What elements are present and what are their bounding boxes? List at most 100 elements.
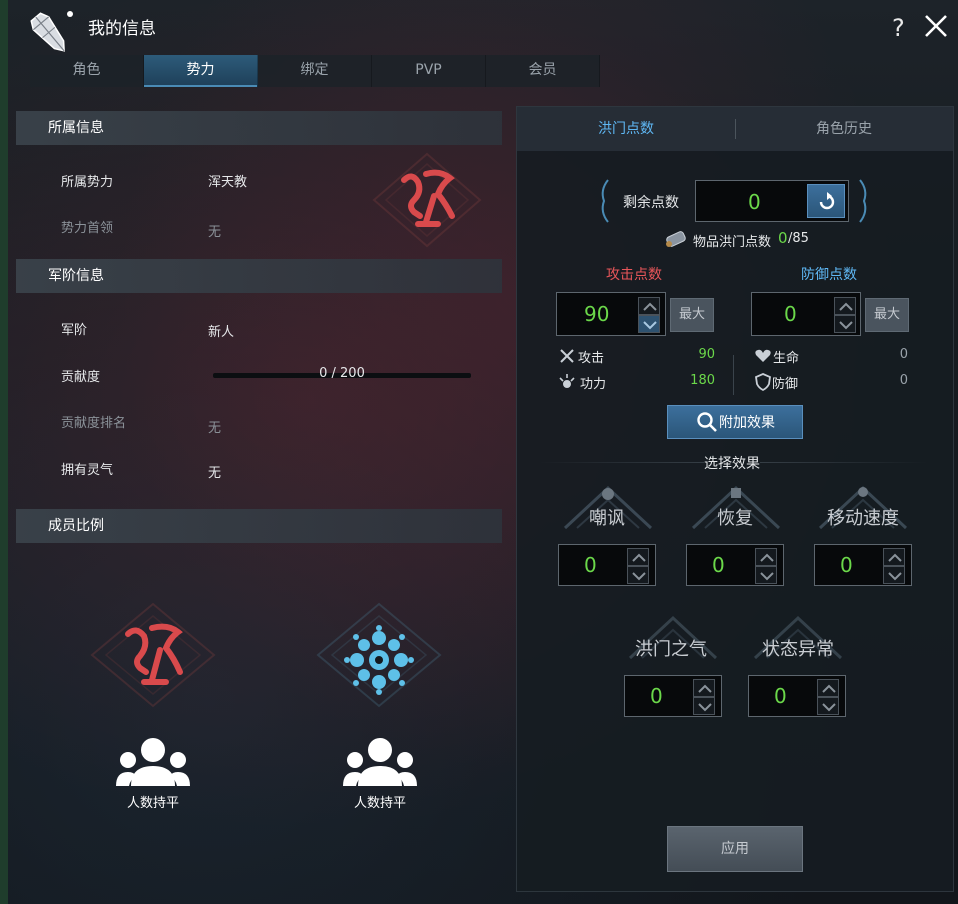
attack-decrease-button[interactable] — [638, 315, 660, 333]
stat-life-value: 0 — [899, 347, 908, 362]
effect-hongmen-qi-decrease[interactable] — [693, 697, 715, 715]
reset-points-button[interactable] — [807, 184, 845, 218]
attack-points-header: 攻击点数 — [606, 267, 662, 283]
rank-value: 新人 — [208, 325, 235, 340]
defense-max-button[interactable]: 最大 — [865, 298, 909, 332]
chevron-up-icon — [822, 684, 836, 693]
faction-emblem-cyan — [316, 602, 442, 708]
chevron-up-icon — [839, 302, 853, 311]
right-member-status: 人数持平 — [353, 796, 406, 811]
title-bar: 我的信息 ? — [8, 0, 958, 52]
effect-status-ailment-increase[interactable] — [817, 679, 839, 697]
stat-power-label: 功力 — [580, 377, 607, 392]
effect-recovery-increase[interactable] — [755, 548, 777, 566]
item-points-total: /85 — [788, 231, 809, 246]
effect-status-ailment-decrease[interactable] — [817, 697, 839, 715]
chevron-down-icon — [698, 703, 712, 712]
members-header: 成员比例 — [16, 509, 502, 543]
stat-attack-value: 90 — [698, 347, 715, 362]
main-tabs: 角色 势力 绑定 PVP 会员 — [30, 55, 600, 87]
select-effects-label: 选择效果 — [704, 453, 760, 473]
attack-max-button[interactable]: 最大 — [670, 298, 714, 332]
chevron-up-icon — [698, 684, 712, 693]
stat-defense-value: 0 — [899, 373, 908, 388]
faction-emblem-red-members — [90, 602, 216, 708]
attack-increase-button[interactable] — [638, 297, 660, 315]
tab-hongmen-points[interactable]: 洪门点数 — [517, 107, 735, 151]
defense-increase-button[interactable] — [834, 297, 856, 315]
remaining-points-value: 0 — [748, 190, 761, 214]
burst-icon — [559, 374, 575, 388]
ranking-label: 贡献度排名 — [61, 416, 127, 431]
chevron-down-icon — [760, 572, 774, 581]
leader-value: 无 — [208, 225, 222, 240]
aura-value: 无 — [208, 466, 222, 481]
chevron-up-icon — [632, 553, 646, 562]
faction-emblem-red — [372, 152, 482, 248]
people-group-icon — [116, 738, 190, 786]
close-icon[interactable] — [922, 12, 950, 40]
effect-taunt-decrease[interactable] — [627, 566, 649, 584]
extra-effects-label: 附加效果 — [719, 415, 775, 431]
left-member-status: 人数持平 — [126, 796, 179, 811]
tab-pvp[interactable]: PVP — [372, 55, 486, 87]
contribution-progress-text: 0 / 200 — [319, 366, 365, 381]
item-points-current: 0 — [778, 229, 788, 247]
effect-hongmen-qi-label: 洪门之气 — [635, 639, 707, 660]
defense-decrease-button[interactable] — [834, 315, 856, 333]
faction-value: 浑天教 — [208, 175, 248, 190]
stat-attack-label: 攻击 — [578, 351, 605, 366]
crossed-swords-icon — [560, 349, 574, 363]
window-title: 我的信息 — [88, 19, 156, 39]
item-points-label: 物品洪门点数 — [693, 235, 772, 250]
info-window: 我的信息 ? 角色 势力 绑定 PVP 会员 所属信息 所属势力 浑天教 势力首… — [0, 0, 958, 904]
tab-character-history[interactable]: 角色历史 — [735, 107, 953, 151]
ranking-value: 无 — [208, 421, 222, 436]
tab-membership[interactable]: 会员 — [486, 55, 600, 87]
chevron-down-icon — [839, 321, 853, 330]
chevron-down-icon — [822, 703, 836, 712]
crystal-shard-icon — [30, 11, 73, 52]
points-panel-tabs: 洪门点数 角色历史 — [517, 107, 953, 151]
contribution-label: 贡献度 — [61, 370, 101, 385]
stat-divider — [733, 355, 734, 395]
tab-faction[interactable]: 势力 — [144, 55, 258, 87]
chevron-down-icon — [888, 572, 902, 581]
heart-icon — [755, 349, 771, 362]
tab-binding[interactable]: 绑定 — [258, 55, 372, 87]
effect-recovery-label: 恢复 — [717, 508, 753, 529]
tab-character[interactable]: 角色 — [30, 55, 144, 87]
chevron-up-icon — [643, 302, 657, 311]
effect-taunt-increase[interactable] — [627, 548, 649, 566]
effect-status-ailment-label: 状态异常 — [762, 639, 834, 660]
rank-header: 军阶信息 — [16, 259, 502, 293]
extra-effects-button[interactable]: 附加效果 — [667, 405, 803, 439]
chevron-down-icon — [632, 572, 646, 581]
apply-button[interactable]: 应用 — [667, 826, 803, 872]
question-mark-icon[interactable]: ? — [892, 14, 905, 42]
effect-recovery-decrease[interactable] — [755, 566, 777, 584]
effect-move-speed-value: 0 — [840, 553, 853, 577]
people-group-icon — [343, 738, 417, 786]
remaining-points-label: 剩余点数 — [623, 195, 679, 211]
effect-taunt-label: 嘲讽 — [589, 508, 625, 529]
effect-hongmen-qi-value: 0 — [650, 684, 663, 708]
effect-taunt-value: 0 — [584, 553, 597, 577]
effect-move-speed-decrease[interactable] — [883, 566, 905, 584]
effect-status-ailment-value: 0 — [774, 684, 787, 708]
defense-points-header: 防御点数 — [801, 267, 857, 283]
effect-move-speed-increase[interactable] — [883, 548, 905, 566]
search-icon — [697, 412, 717, 432]
tab-divider — [735, 119, 736, 139]
attack-points-value: 90 — [584, 302, 610, 326]
faction-label: 所属势力 — [61, 175, 114, 190]
effect-recovery-value: 0 — [712, 553, 725, 577]
effect-hongmen-qi-increase[interactable] — [693, 679, 715, 697]
stat-life-label: 生命 — [773, 351, 800, 366]
reset-icon — [819, 192, 835, 210]
stat-power-value: 180 — [690, 373, 715, 388]
effect-move-speed-label: 移动速度 — [827, 508, 899, 529]
shield-icon — [755, 373, 771, 391]
rank-label: 军阶 — [61, 323, 88, 338]
defense-points-value: 0 — [784, 302, 797, 326]
